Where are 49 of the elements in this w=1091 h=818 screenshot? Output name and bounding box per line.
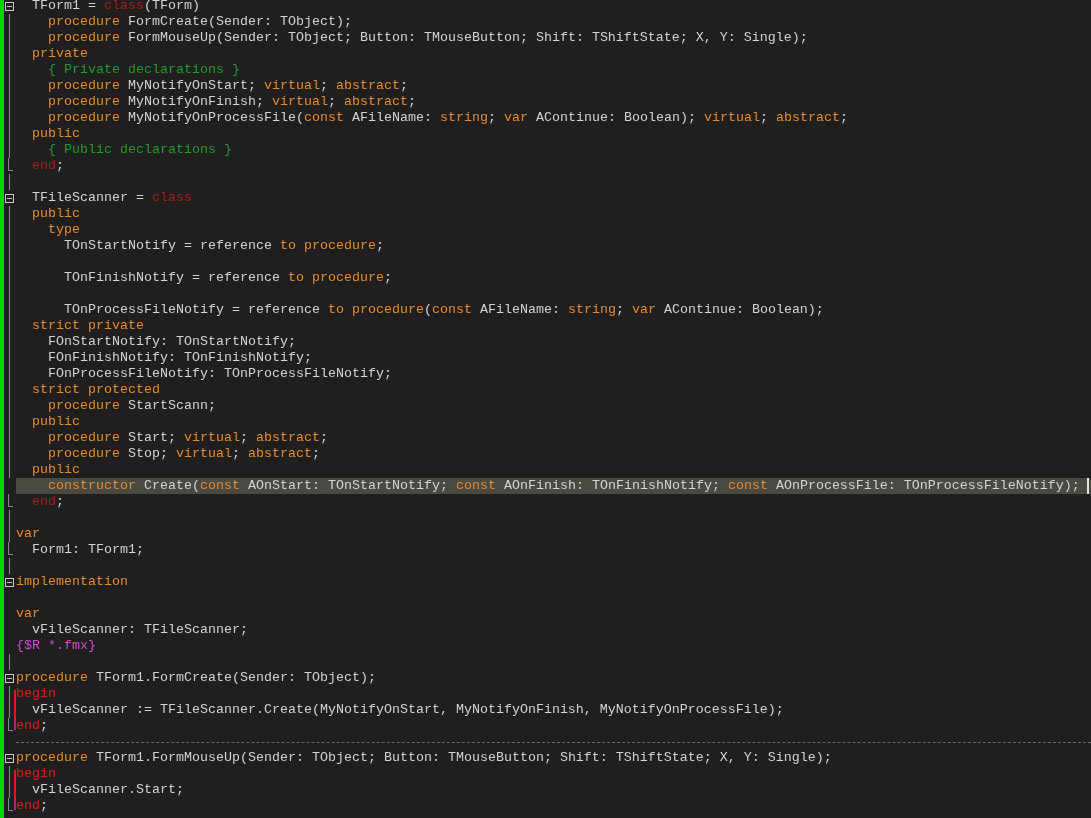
code-line: private — [31, 46, 88, 62]
code-line: procedure MyNotifyOnProcessFile(const AFileName: string; var AContinue: Boolean); virtual; abstract; — [47, 110, 848, 126]
code-line: procedure Stop; virtual; abstract; — [47, 446, 320, 462]
code-line: FOnStartNotify: TOnStartNotify; — [47, 334, 296, 350]
code-line: procedure TForm1.FormMouseUp(Sender: TObject; Button: TMouseButton; Shift: TShiftState; X, Y: Single); — [16, 750, 832, 766]
fold-collapse-icon[interactable] — [4, 577, 14, 587]
code-line: {$R *.fmx} — [16, 638, 96, 654]
code-line: TOnStartNotify = reference to procedure; — [63, 238, 384, 254]
code-line: procedure StartScann; — [47, 398, 216, 414]
code-line: FOnProcessFileNotify: TOnProcessFileNotify; — [47, 366, 392, 382]
code-line: end; — [16, 798, 48, 814]
fold-collapse-icon[interactable] — [4, 673, 14, 683]
code-line: type — [47, 222, 80, 238]
code-line: { Public declarations } — [47, 142, 232, 158]
code-line: public — [31, 414, 80, 430]
code-line: vFileScanner: TFileScanner; — [31, 622, 248, 638]
code-line: implementation — [16, 574, 128, 590]
code-line: constructor Create(const AOnStart: TOnStartNotify; const AOnFinish: TOnFinishNotify; const AOnProcessFile: TOnProcessFileNotify); — [47, 478, 1080, 494]
code-line: end; — [16, 718, 48, 734]
code-line: public — [31, 462, 80, 478]
code-line: begin — [16, 766, 56, 782]
code-line: { Private declarations } — [47, 62, 240, 78]
code-line: vFileScanner := TFileScanner.Create(MyNotifyOnStart, MyNotifyOnFinish, MyNotifyOnProcessFile); — [31, 702, 784, 718]
code-line: vFileScanner.Start; — [31, 782, 184, 798]
code-line: TFileScanner = class — [31, 190, 192, 206]
code-line: procedure FormMouseUp(Sender: TObject; Button: TMouseButton; Shift: TShiftState; X, Y: Single); — [47, 30, 808, 46]
code-line: public — [31, 206, 80, 222]
code-line: TForm1 = class(TForm) — [31, 0, 200, 14]
fold-collapse-icon[interactable] — [4, 193, 14, 203]
code-line: begin — [16, 686, 56, 702]
code-line: FOnFinishNotify: TOnFinishNotify; — [47, 350, 312, 366]
code-line: procedure TForm1.FormCreate(Sender: TObject); — [16, 670, 376, 686]
text-cursor — [1086, 478, 1089, 494]
code-line: TOnFinishNotify = reference to procedure; — [63, 270, 392, 286]
code-line: strict protected — [31, 382, 160, 398]
code-line: procedure Start; virtual; abstract; — [47, 430, 328, 446]
code-line: var — [16, 526, 40, 542]
code-line: public — [31, 126, 80, 142]
fold-collapse-icon[interactable] — [4, 753, 14, 763]
code-line: end; — [31, 158, 64, 174]
code-line: procedure MyNotifyOnStart; virtual; abstract; — [47, 78, 408, 94]
code-line: end; — [31, 494, 64, 510]
code-line: procedure MyNotifyOnFinish; virtual; abstract; — [47, 94, 416, 110]
fold-collapse-icon[interactable] — [4, 1, 14, 11]
code-line: procedure FormCreate(Sender: TObject); — [47, 14, 352, 30]
code-line: var — [16, 606, 40, 622]
code-line: strict private — [31, 318, 144, 334]
code-line: TOnProcessFileNotify = reference to procedure(const AFileName: string; var AContinue: Boolean); — [63, 302, 824, 318]
code-line: Form1: TForm1; — [31, 542, 144, 558]
